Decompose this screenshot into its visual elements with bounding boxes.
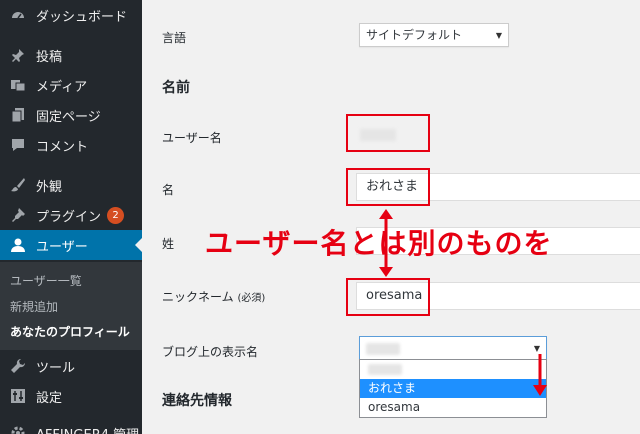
sidebar-item-label: コメント bbox=[36, 139, 89, 155]
comment-icon bbox=[8, 135, 28, 155]
sidebar-item-label: メディア bbox=[36, 79, 88, 95]
display-name-label: ブログ上の表示名 bbox=[162, 345, 259, 359]
firstname-label: 名 bbox=[162, 183, 175, 197]
sidebar-item-label: 投稿 bbox=[36, 49, 63, 65]
display-name-redacted bbox=[366, 342, 400, 355]
sidebar-item-tools[interactable]: ツール bbox=[0, 351, 142, 381]
lastname-label: 姓 bbox=[162, 237, 175, 251]
sidebar-item-label: 設定 bbox=[36, 390, 63, 406]
sidebar-item-affinger[interactable]: AFFINGER4 管理 bbox=[0, 418, 142, 434]
pin-icon bbox=[8, 45, 28, 65]
sidebar-item-label: プラグイン bbox=[36, 209, 102, 225]
language-select-value: サイトデフォルト bbox=[366, 28, 463, 42]
display-option-redacted[interactable] bbox=[360, 360, 546, 379]
wrench-icon bbox=[8, 356, 28, 376]
submenu-item-user-list[interactable]: ユーザー一覧 bbox=[10, 272, 82, 289]
sidebar-item-dashboard[interactable]: ダッシュボード bbox=[0, 0, 142, 30]
sidebar-item-appearance[interactable]: 外観 bbox=[0, 170, 142, 200]
required-note: (必須) bbox=[237, 293, 266, 304]
display-name-select[interactable]: ▼ bbox=[359, 336, 547, 360]
user-icon bbox=[8, 235, 28, 255]
nickname-highlight-box bbox=[346, 278, 430, 316]
chevron-down-icon: ▼ bbox=[495, 31, 502, 40]
firstname-highlight-box bbox=[346, 168, 430, 206]
page-icon bbox=[8, 105, 28, 125]
option-redacted bbox=[368, 364, 402, 375]
nickname-label: ニックネーム (必須) bbox=[162, 288, 265, 305]
sidebar-item-users[interactable]: ユーザー bbox=[0, 230, 142, 260]
settings-icon bbox=[8, 386, 28, 406]
username-label: ユーザー名 bbox=[162, 131, 222, 145]
name-section-heading: 名前 bbox=[162, 80, 190, 96]
display-option-firstname[interactable]: おれさま bbox=[360, 379, 546, 398]
sidebar-item-label: 外観 bbox=[36, 179, 63, 195]
sidebar-item-label: AFFINGER4 管理 bbox=[36, 424, 139, 434]
arrow-down-icon bbox=[533, 354, 547, 396]
sidebar-item-label: 固定ページ bbox=[36, 109, 101, 125]
annotation-text: ユーザー名とは別のものを bbox=[205, 227, 553, 260]
sidebar-item-plugins[interactable]: プラグイン 2 bbox=[0, 200, 142, 230]
display-option-nickname[interactable]: oresama bbox=[360, 398, 546, 417]
submenu-item-your-profile[interactable]: あなたのプロフィール bbox=[10, 323, 130, 340]
users-submenu: ユーザー一覧 新規追加 あなたのプロフィール bbox=[0, 262, 142, 350]
display-name-options: おれさま oresama bbox=[359, 359, 547, 418]
sidebar-item-label: ツール bbox=[36, 360, 76, 376]
sidebar-item-posts[interactable]: 投稿 bbox=[0, 40, 142, 70]
contact-section-heading: 連絡先情報 bbox=[162, 393, 232, 409]
dashboard-icon bbox=[8, 5, 28, 25]
nickname-label-text: ニックネーム bbox=[162, 290, 234, 304]
language-label: 言語 bbox=[162, 31, 187, 45]
sidebar-item-label: ユーザー bbox=[36, 239, 88, 255]
sidebar-item-label: ダッシュボード bbox=[36, 9, 128, 25]
plugin-icon bbox=[8, 205, 28, 225]
sidebar-item-settings[interactable]: 設定 bbox=[0, 381, 142, 411]
sidebar-item-comments[interactable]: コメント bbox=[0, 130, 142, 160]
sidebar-item-media[interactable]: メディア bbox=[0, 70, 142, 100]
admin-sidebar: ダッシュボード 投稿 メディア 固定ページ コメント 外観 プラグイン 2 ユー… bbox=[0, 0, 142, 434]
username-highlight-box bbox=[346, 114, 430, 152]
brush-icon bbox=[8, 175, 28, 195]
media-icon bbox=[8, 75, 28, 95]
language-select[interactable]: サイトデフォルト ▼ bbox=[359, 23, 509, 47]
gear-icon bbox=[8, 423, 28, 434]
submenu-item-add-new[interactable]: 新規追加 bbox=[10, 298, 58, 315]
update-count-badge: 2 bbox=[107, 206, 125, 224]
sidebar-item-pages[interactable]: 固定ページ bbox=[0, 100, 142, 130]
